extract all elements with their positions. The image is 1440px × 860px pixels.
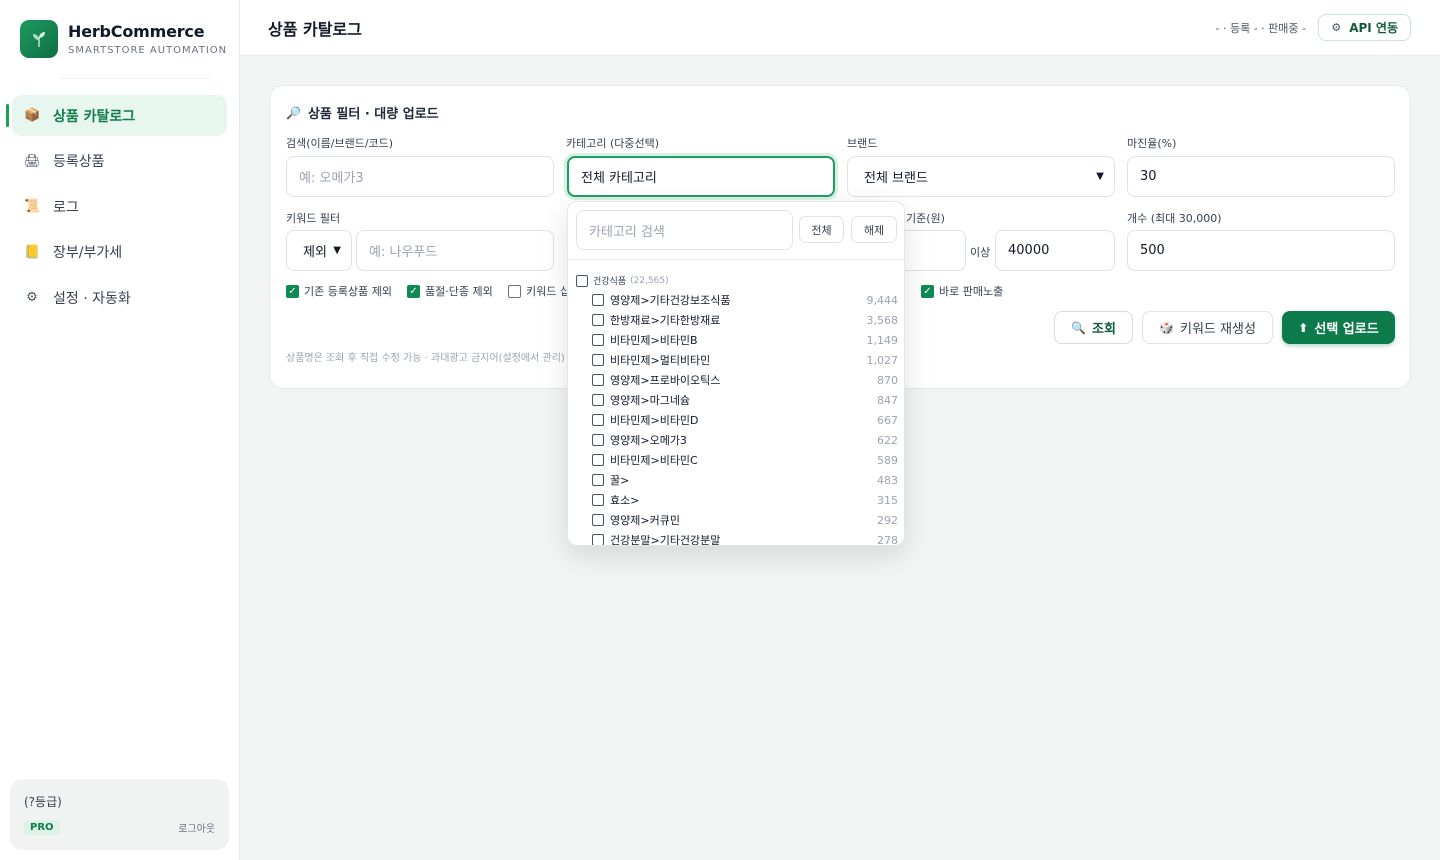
category-option[interactable]: 영양제>오메가3 622 [592,430,898,450]
keyword-label: 키워드 필터 [286,212,341,225]
top-header: 상품 카탈로그 - · 등록 - · 판매중 - ⚙ API 연동 [240,0,1440,56]
category-dropdown: 카테고리 검색 전체 해제 건강식품 (22,565) 영양제>기타건강보조식품… [567,201,905,546]
printer-icon: 🖨 [24,153,41,169]
upload-selected-button[interactable]: ⬆ 선택 업로드 [1282,311,1395,344]
category-option[interactable]: 건강분말>기타건강분말 278 [592,530,898,545]
search-label: 검색(이름/브랜드/코드) [286,137,394,150]
keyword-input[interactable]: 예: 나우푸드 [356,230,554,271]
sidebar: HerbCommerce SMARTSTORE AUTOMATION 📦 상품 … [0,0,240,860]
gear-icon: ⚙ [1331,21,1342,34]
card-title-text: 상품 필터 · 대량 업로드 [307,107,439,122]
keyword-mode-value: 제외 [303,245,327,260]
price-label: 기준(원) [906,212,945,225]
category-option[interactable]: 영양제>기타건강보조식품 9,444 [592,290,898,310]
category-option[interactable]: 비타민제>비타민C 589 [592,450,898,470]
account-grade: (?등급) [24,795,62,809]
regenerate-keywords-button[interactable]: 🎲 키워드 재생성 [1142,311,1273,344]
sidebar-item-catalog[interactable]: 📦 상품 카탈로그 [6,95,227,136]
regen-button-label: 키워드 재생성 [1180,322,1256,337]
upload-arrow-icon: ⬆ [1298,320,1309,335]
divider [60,78,210,79]
magnifier-icon: 🔎 [286,105,301,120]
clear-selection-button[interactable]: 해제 [851,216,897,243]
price-value-input[interactable]: 40000 [995,230,1115,271]
category-option[interactable]: 효소> 315 [592,490,898,510]
api-connect-button[interactable]: ⚙ API 연동 [1318,14,1411,41]
keyword-mode-select[interactable]: 제외 ▼ [286,230,352,271]
category-option[interactable]: 영양제>프로바이오틱스 870 [592,370,898,390]
sidebar-item-ledger[interactable]: 📒 장부/부가세 [12,232,227,273]
sidebar-item-registered[interactable]: 🖨 등록상품 [12,141,227,182]
brand-label: 브랜드 [847,137,878,150]
checkbox-label: 기존 등록상품 제외 [304,285,392,298]
count-label: 개수 (최대 30,000) [1127,212,1222,225]
category-option[interactable]: 꿀> 483 [592,470,898,490]
search-icon: 🔍 [1071,320,1087,335]
brand-subtitle: SMARTSTORE AUTOMATION [68,45,228,56]
chevron-down-icon: ▼ [333,245,341,256]
sidebar-item-label: 설정 · 자동화 [53,290,131,307]
category-list: 영양제>기타건강보조식품 9,444 한방재료>기타한방재료 3,568 비타민제>… [592,290,898,545]
category-option[interactable]: 비타민제>멀티비타민 1,027 [592,350,898,370]
plan-badge: PRO [24,820,60,835]
sidebar-nav: 📦 상품 카탈로그 🖨 등록상품 📜 로그 📒 장부/부가세 ⚙ 설정 · 자동… [6,95,227,323]
category-multiselect[interactable]: 전체 카테고리 [567,156,835,197]
category-group-checkbox[interactable]: 건강식품 (22,565) [576,274,669,287]
brand[interactable]: HerbCommerce SMARTSTORE AUTOMATION [20,20,227,58]
search-input[interactable]: 예: 오메가3 [286,156,554,197]
logout-link[interactable]: 로그아웃 [178,820,215,835]
sidebar-item-label: 장부/부가세 [53,245,123,261]
scroll-icon: 📜 [24,199,41,214]
category-option[interactable]: 비타민제>비타민B 1,149 [592,330,898,350]
category-search-input[interactable]: 카테고리 검색 [576,210,793,250]
exclude-registered-checkbox[interactable]: ✓ 기존 등록상품 제외 [286,283,392,299]
category-option[interactable]: 영양제>마그네슘 847 [592,390,898,410]
search-button-label: 조회 [1092,322,1116,337]
gear-icon: ⚙ [26,290,38,305]
sidebar-item-label: 로그 [53,199,79,216]
sidebar-item-settings[interactable]: ⚙ 설정 · 자동화 [12,277,227,318]
ledger-icon: 📒 [24,244,41,260]
brand-name: HerbCommerce [68,22,205,41]
price-suffix: 이상 [970,246,991,259]
checkbox-label: 바로 판매노출 [939,285,1004,298]
divider [568,259,904,260]
leaf-logo-icon [20,20,58,58]
sidebar-item-label: 상품 카탈로그 [53,108,136,125]
category-option[interactable]: 한방재료>기타한방재료 3,568 [592,310,898,330]
count-input[interactable]: 500 [1127,230,1395,271]
help-note: 상품명은 조회 후 직접 수정 가능 · 과대광고 금지어(설정에서 관리) [286,353,565,364]
group-count: (22,565) [630,275,669,286]
search-button[interactable]: 🔍 조회 [1054,311,1133,344]
check-icon: ✓ [286,284,299,298]
account-panel: (?등급) PRO 로그아웃 [10,779,229,850]
check-icon: ✓ [921,284,934,298]
upload-button-label: 선택 업로드 [1314,322,1379,337]
sidebar-item-label: 등록상품 [53,154,105,170]
card-title: 🔎 상품 필터 · 대량 업로드 [286,103,439,123]
exclude-soldout-checkbox[interactable]: ✓ 품절·단종 제외 [407,283,493,299]
api-button-label: API 연동 [1349,21,1398,35]
checkbox-label: 품절·단종 제외 [425,285,493,298]
dice-icon: 🎲 [1159,320,1175,335]
keyword-partial-checkbox[interactable]: 키워드 십 [508,283,570,299]
margin-input[interactable]: 30 [1127,156,1395,197]
publish-now-checkbox[interactable]: ✓ 바로 판매노출 [921,283,1003,299]
group-name: 건강식품 [593,277,627,287]
sidebar-item-logs[interactable]: 📜 로그 [12,186,227,227]
category-option[interactable]: 비타민제>비타민D 667 [592,410,898,430]
select-all-button[interactable]: 전체 [799,216,844,243]
status-summary: - · 등록 - · 판매중 - [1215,22,1306,35]
margin-label: 마진율(%) [1127,137,1177,150]
package-icon: 📦 [24,108,41,123]
check-icon: ✓ [407,284,420,298]
brand-select-value: 전체 브랜드 [864,171,928,186]
brand-select[interactable]: 전체 브랜드 ▼ [847,156,1115,197]
category-option[interactable]: 영양제>커큐민 292 [592,510,898,530]
page-title: 상품 카탈로그 [268,20,362,39]
chevron-down-icon: ▼ [1096,171,1104,182]
checkbox-label: 키워드 십 [526,285,570,298]
category-label: 카테고리 (다중선택) [566,137,660,150]
